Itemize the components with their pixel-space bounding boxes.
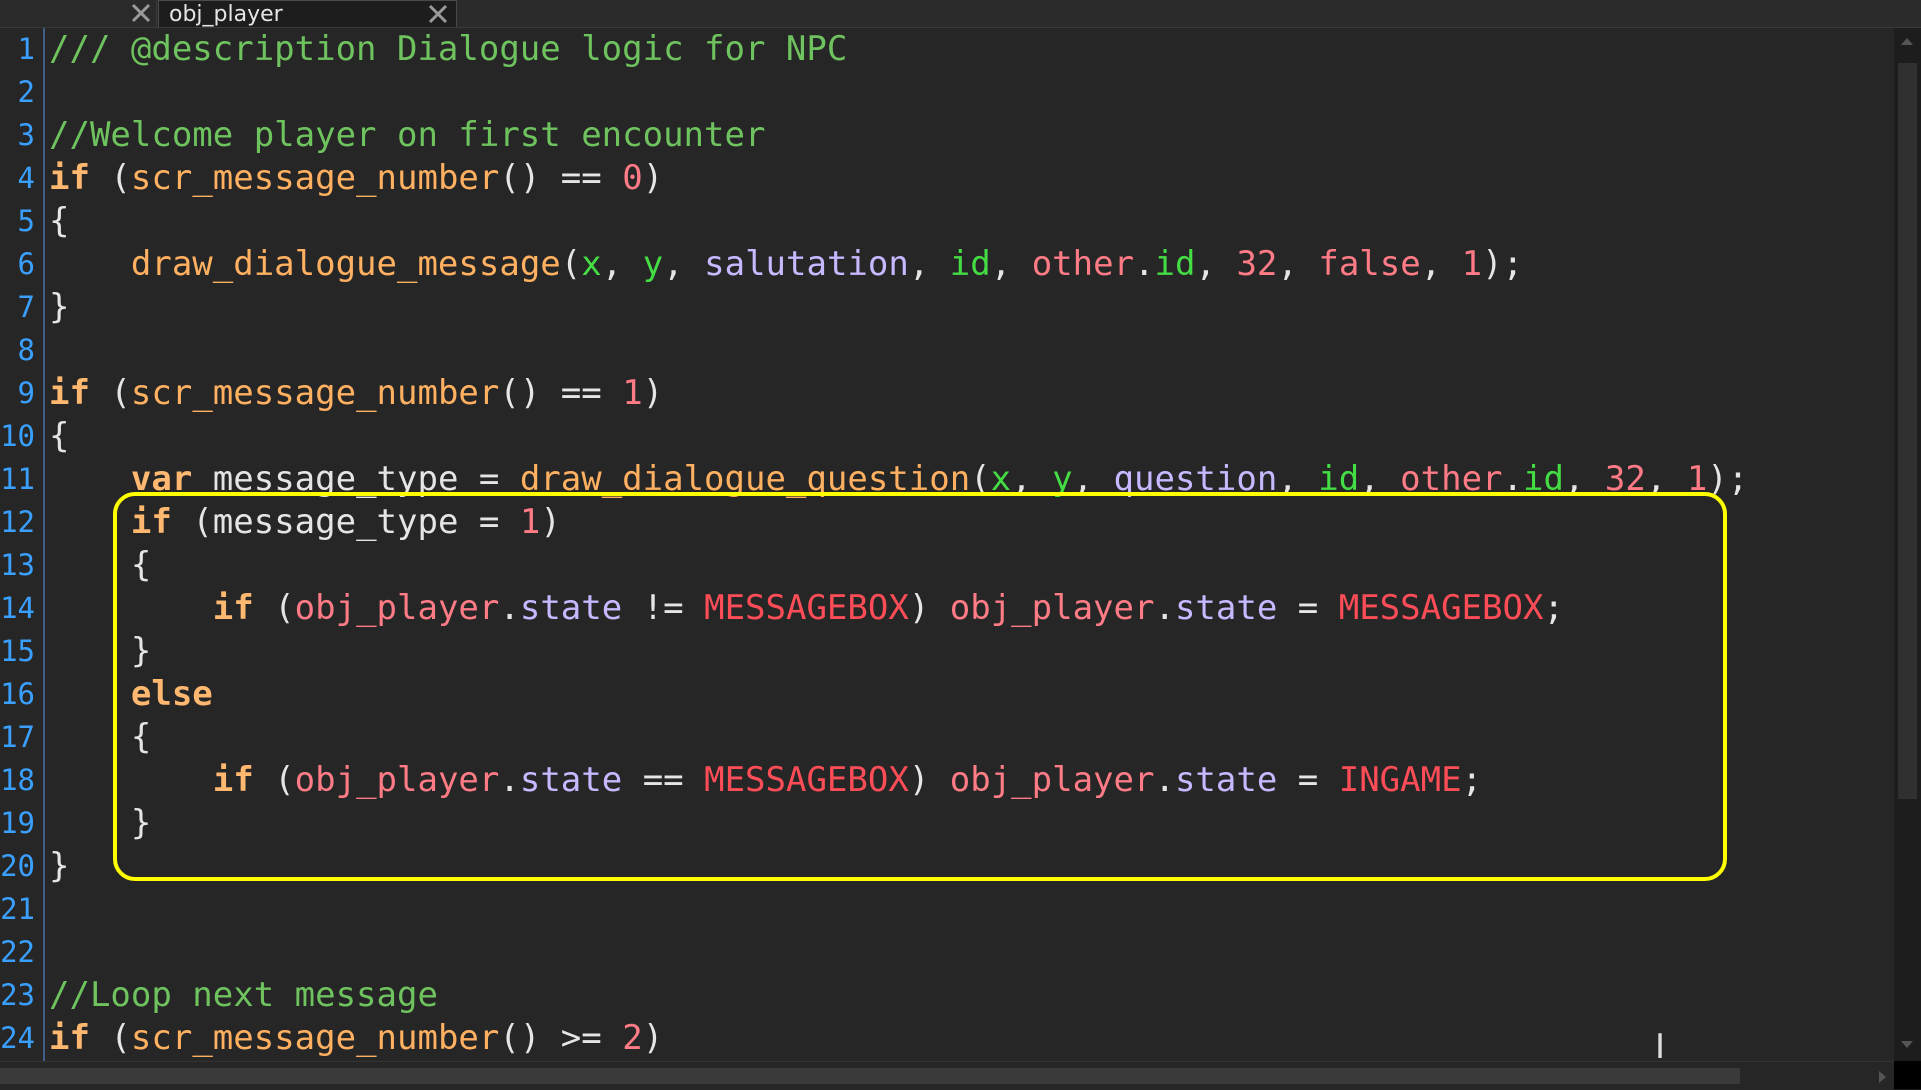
- code-line[interactable]: {: [49, 200, 69, 243]
- code-line[interactable]: }: [49, 802, 151, 845]
- line-number: 3: [17, 118, 35, 152]
- line-number: 20: [0, 849, 35, 883]
- line-number: 21: [0, 892, 35, 926]
- code-line[interactable]: {: [49, 716, 151, 759]
- code-line[interactable]: if (obj_player.state != MESSAGEBOX) obj_…: [49, 587, 1564, 630]
- code-line[interactable]: if (scr_message_number() == 1): [49, 372, 663, 415]
- code-line[interactable]: if (scr_message_number() == 0): [49, 157, 663, 200]
- code-line[interactable]: else: [49, 673, 213, 716]
- line-number: 18: [0, 763, 35, 797]
- line-number: 9: [17, 376, 35, 410]
- line-number: 23: [0, 978, 35, 1012]
- code-line[interactable]: /// @description Dialogue logic for NPC: [49, 28, 847, 71]
- code-line[interactable]: }: [49, 286, 69, 329]
- highlight-annotation-box: [113, 492, 1727, 881]
- tab-obj-player[interactable]: obj_player: [158, 0, 457, 27]
- code-line[interactable]: var message_type = draw_dialogue_questio…: [49, 458, 1748, 501]
- line-number: 22: [0, 935, 35, 969]
- code-line[interactable]: }: [49, 630, 151, 673]
- line-number: 8: [17, 333, 35, 367]
- scroll-down-arrow-icon[interactable]: [1900, 1040, 1914, 1050]
- horizontal-scrollbar[interactable]: [0, 1061, 1894, 1090]
- code-line[interactable]: //Loop next message: [49, 974, 438, 1017]
- code-line[interactable]: //Welcome player on first encounter: [49, 114, 765, 157]
- line-number: 13: [0, 548, 35, 582]
- line-number: 14: [0, 591, 35, 625]
- line-number: 6: [17, 247, 35, 281]
- scroll-right-arrow-icon[interactable]: [1878, 1070, 1888, 1084]
- close-icon[interactable]: [425, 1, 451, 27]
- vertical-scrollbar-thumb[interactable]: [1898, 63, 1917, 799]
- close-icon[interactable]: [128, 0, 154, 26]
- line-number: 11: [0, 462, 35, 496]
- line-number: 24: [0, 1021, 35, 1055]
- scroll-up-arrow-icon[interactable]: [1900, 36, 1914, 46]
- code-line[interactable]: {: [49, 415, 69, 458]
- scrollbar-corner: [1894, 1061, 1921, 1089]
- line-number-gutter: 1 2 3 4 5 6 7 8 9 10 11 12 13 14 15 16 1…: [0, 28, 45, 1061]
- code-line[interactable]: }: [49, 845, 69, 888]
- line-number: 16: [0, 677, 35, 711]
- code-line[interactable]: draw_dialogue_message(x, y, salutation, …: [49, 243, 1523, 286]
- tab-obj-player-label: obj_player: [169, 1, 283, 27]
- line-number: 10: [0, 419, 35, 453]
- line-number: 5: [17, 204, 35, 238]
- tab-previous[interactable]: [0, 0, 157, 27]
- vertical-scrollbar[interactable]: [1894, 28, 1921, 1061]
- line-number: 4: [17, 161, 35, 195]
- code-line[interactable]: if (scr_message_number() >= 2): [49, 1017, 663, 1060]
- line-number: 12: [0, 505, 35, 539]
- line-number: 17: [0, 720, 35, 754]
- line-number: 7: [17, 290, 35, 324]
- line-number: 2: [17, 75, 35, 109]
- tab-bar: obj_player: [0, 0, 1921, 28]
- horizontal-scrollbar-thumb[interactable]: [0, 1068, 1740, 1084]
- line-number: 15: [0, 634, 35, 668]
- text-cursor-icon: I: [1655, 1027, 1666, 1067]
- line-number: 1: [17, 32, 35, 66]
- code-editor[interactable]: 1 2 3 4 5 6 7 8 9 10 11 12 13 14 15 16 1…: [0, 28, 1894, 1061]
- code-line[interactable]: if (message_type = 1): [49, 501, 561, 544]
- code-line[interactable]: {: [49, 544, 151, 587]
- code-line[interactable]: if (obj_player.state == MESSAGEBOX) obj_…: [49, 759, 1482, 802]
- line-number: 19: [0, 806, 35, 840]
